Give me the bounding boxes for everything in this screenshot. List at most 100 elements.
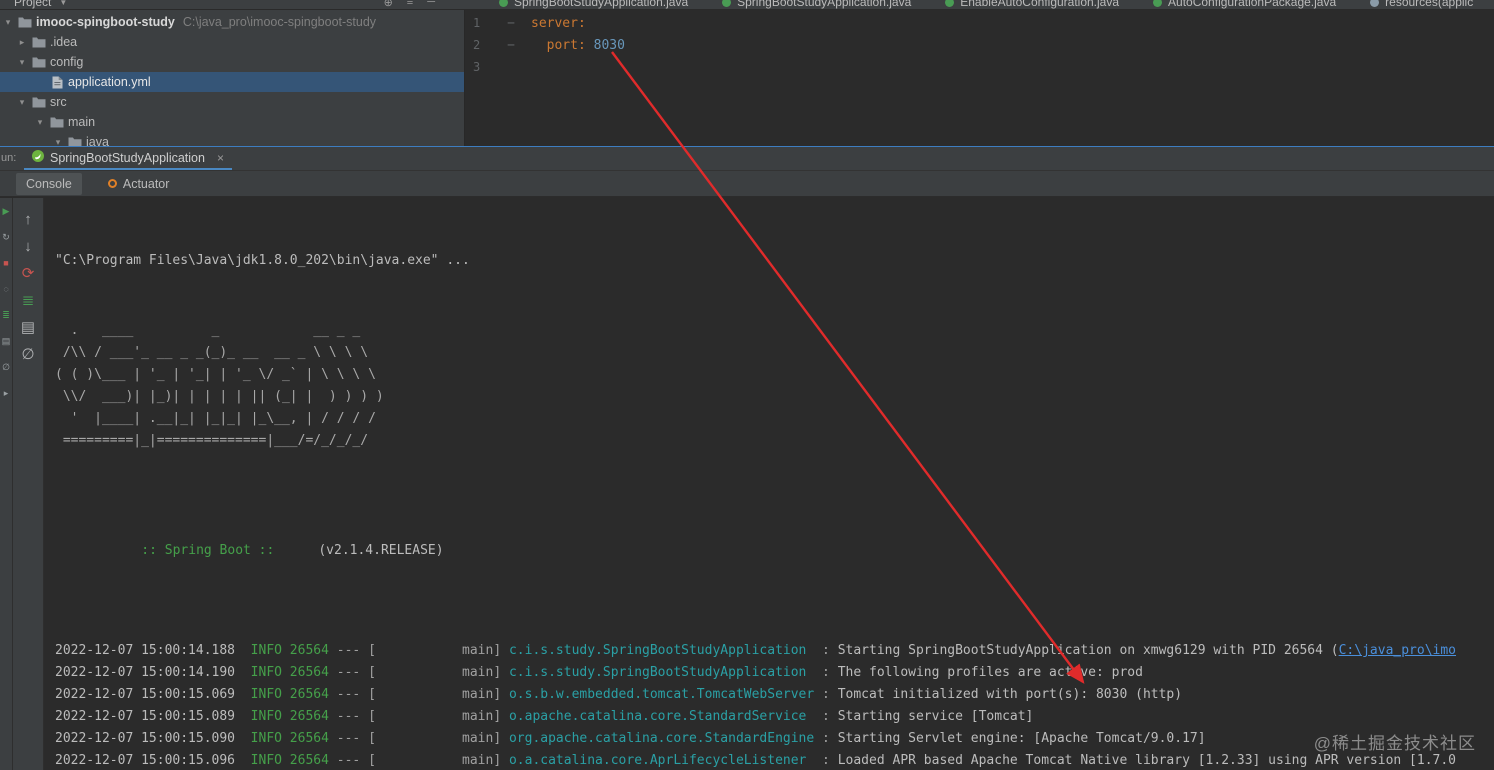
log-line: 2022-12-07 15:00:15.069 INFO 26564 --- [… — [55, 687, 1183, 702]
spring-boot-icon — [32, 150, 44, 165]
pause-icon[interactable]: ◌ — [0, 276, 12, 302]
editor-tab-label: EnableAutoConfiguration.java — [960, 0, 1120, 9]
folder-icon — [30, 56, 48, 68]
tree-item-label: .idea — [50, 35, 78, 49]
editor-tab[interactable]: SpringBootStudyApplication.java — [499, 0, 688, 9]
stop-icon[interactable]: ■ — [0, 250, 12, 276]
line-number: 1 — [473, 16, 481, 30]
tree-item--idea[interactable]: ▸ .idea — [0, 32, 464, 52]
editor-tab-label: AutoConfigurationPackage.java — [1168, 0, 1337, 9]
console-output[interactable]: "C:\Program Files\Java\jdk1.8.0_202\bin\… — [44, 198, 1494, 770]
run-tab[interactable]: SpringBootStudyApplication × — [24, 147, 232, 170]
project-root-path: C:\java_pro\imooc-spingboot-study — [182, 15, 377, 29]
editor-line: 3 — [465, 56, 1494, 78]
yaml-file-icon — [48, 76, 66, 89]
folder-icon — [30, 36, 48, 48]
run-toolwindow-label: un: — [1, 152, 17, 164]
editor-tab[interactable]: resources(applic — [1370, 0, 1473, 9]
class-icon — [722, 0, 732, 7]
project-folder-icon — [16, 16, 34, 28]
soft-wrap-icon[interactable]: ≣ — [0, 302, 12, 328]
editor-tab-label: SpringBootStudyApplication.java — [514, 0, 689, 9]
java-command-line: "C:\Program Files\Java\jdk1.8.0_202\bin\… — [55, 253, 470, 268]
log-line: 2022-12-07 15:00:15.089 INFO 26564 --- [… — [55, 709, 1034, 724]
fold-marker[interactable]: − — [491, 16, 531, 31]
ide-window: Project ▼ ⊕ ≡ ─ SpringBootStudyApplication… — [0, 0, 1494, 770]
restart-icon[interactable]: ⟳ — [13, 260, 43, 287]
editor-tab[interactable]: SpringBootStudyApplication.java — [722, 0, 911, 9]
toolbar-icon[interactable]: ⊕ — [384, 0, 393, 9]
folder-icon — [66, 136, 84, 146]
run-header: un: SpringBootStudyApplication × — [0, 147, 1494, 171]
chevron-down-icon[interactable]: ▾ — [14, 97, 30, 108]
file-link[interactable]: C:\java_pro\imo — [1339, 643, 1456, 658]
toolbar-icon[interactable]: ─ — [427, 0, 435, 9]
line-number: 2 — [473, 38, 481, 52]
tab-actuator[interactable]: Actuator — [98, 173, 180, 195]
top-bar: Project ▼ ⊕ ≡ ─ SpringBootStudyApplication… — [0, 0, 1494, 10]
run-icon[interactable]: ▶ — [0, 198, 12, 224]
project-panel-header[interactable]: Project ▼ ⊕ ≡ ─ — [0, 0, 465, 9]
tree-item-label: config — [50, 55, 84, 69]
tree-item-java[interactable]: ▾ java — [0, 132, 464, 146]
project-root-name: imooc-spingboot-study — [36, 15, 175, 29]
project-panel: ▾ imooc-spingboot-study C:\java_pro\imoo… — [0, 10, 465, 146]
class-icon — [945, 0, 955, 7]
editor-lines: 1− server: 2− port: 8030 3 — [465, 12, 1494, 78]
spring-banner-footer: :: Spring Boot :: (v2.1.4.RELEASE) — [141, 543, 444, 558]
tree-item-config[interactable]: ▾ config — [0, 52, 464, 72]
tab-console[interactable]: Console — [16, 172, 82, 195]
editor-tab-label: resources(applic — [1385, 0, 1474, 9]
actuator-icon — [107, 179, 117, 188]
class-icon — [1153, 0, 1163, 7]
next-occurrence-icon[interactable]: ↓ — [13, 233, 43, 260]
console-tab-bar: Console Actuator — [0, 171, 1494, 197]
chevron-down-icon[interactable]: ▾ — [32, 117, 48, 128]
tree-item-label: java — [86, 135, 109, 146]
chevron-down-icon[interactable]: ▾ — [0, 17, 16, 28]
spring-banner: . ____ _ __ _ _ /\\ / ___'_ __ _ _(_)_ _… — [55, 323, 384, 448]
prev-occurrence-icon[interactable]: ↑ — [13, 206, 43, 233]
console-body: ▶ ↻ ■ ◌ ≣ ▤ ∅ ▸ ↑ ↓ ⟳ ≣ ▤ ∅ "C:\Program Files\Java\j… — [0, 198, 1494, 770]
resources-icon — [1370, 0, 1380, 7]
tree-item-label: src — [50, 95, 67, 109]
chevron-down-icon: ▼ — [59, 0, 68, 7]
project-toolbar: ⊕ ≡ ─ — [384, 0, 465, 9]
folder-icon — [48, 116, 66, 128]
tree-item-src[interactable]: ▾ src — [0, 92, 464, 112]
chevron-down-icon[interactable]: ▾ — [50, 137, 66, 147]
clear-icon[interactable]: ∅ — [0, 354, 12, 380]
editor-tab[interactable]: EnableAutoConfiguration.java — [945, 0, 1119, 9]
soft-wrap-icon[interactable]: ≣ — [13, 287, 43, 314]
log-line: 2022-12-07 15:00:14.190 INFO 26564 --- [… — [55, 665, 1143, 680]
yaml-editor[interactable]: 1− server: 2− port: 8030 3 — [465, 10, 1494, 146]
chevron-right-icon[interactable]: ▸ — [14, 37, 30, 48]
watermark: @稀土掘金技术社区 — [1313, 734, 1476, 753]
fold-marker[interactable]: − — [491, 38, 531, 53]
class-icon — [499, 0, 508, 7]
rerun-icon[interactable]: ↻ — [0, 224, 12, 250]
folder-icon — [30, 96, 48, 108]
tree-root[interactable]: ▾ imooc-spingboot-study C:\java_pro\imoo… — [0, 12, 464, 32]
close-icon[interactable]: × — [217, 151, 224, 165]
main-row: ▾ imooc-spingboot-study C:\java_pro\imoo… — [0, 10, 1494, 146]
editor-tab-label: SpringBootStudyApplication.java — [737, 0, 912, 9]
editor-tab[interactable]: AutoConfigurationPackage.java — [1153, 0, 1336, 9]
print-icon[interactable]: ▤ — [13, 314, 43, 341]
chevron-down-icon[interactable]: ▾ — [14, 57, 30, 68]
run-tool-window: un: SpringBootStudyApplication × Console… — [0, 146, 1494, 770]
run-tab-label: SpringBootStudyApplication — [50, 150, 205, 165]
left-toolbar: ▶ ↻ ■ ◌ ≣ ▤ ∅ ▸ — [0, 198, 13, 770]
log-line: 2022-12-07 15:00:15.090 INFO 26564 --- [… — [55, 731, 1206, 746]
line-number: 3 — [473, 60, 481, 74]
tree-item-application-yml[interactable]: application.yml — [0, 72, 464, 92]
clear-all-icon[interactable]: ∅ — [13, 341, 43, 368]
expand-icon[interactable]: ▸ — [0, 380, 12, 406]
project-tree: ▸ .idea ▾ config application.yml ▾ src ▾ main ▾ ja… — [0, 32, 464, 146]
editor-tab-strip: SpringBootStudyApplication.java SpringBoo… — [465, 0, 1473, 9]
tree-item-label: application.yml — [68, 75, 151, 89]
tree-item-label: main — [68, 115, 96, 129]
toolbar-icon[interactable]: ≡ — [407, 0, 413, 9]
tree-item-main[interactable]: ▾ main — [0, 112, 464, 132]
print-icon[interactable]: ▤ — [0, 328, 12, 354]
